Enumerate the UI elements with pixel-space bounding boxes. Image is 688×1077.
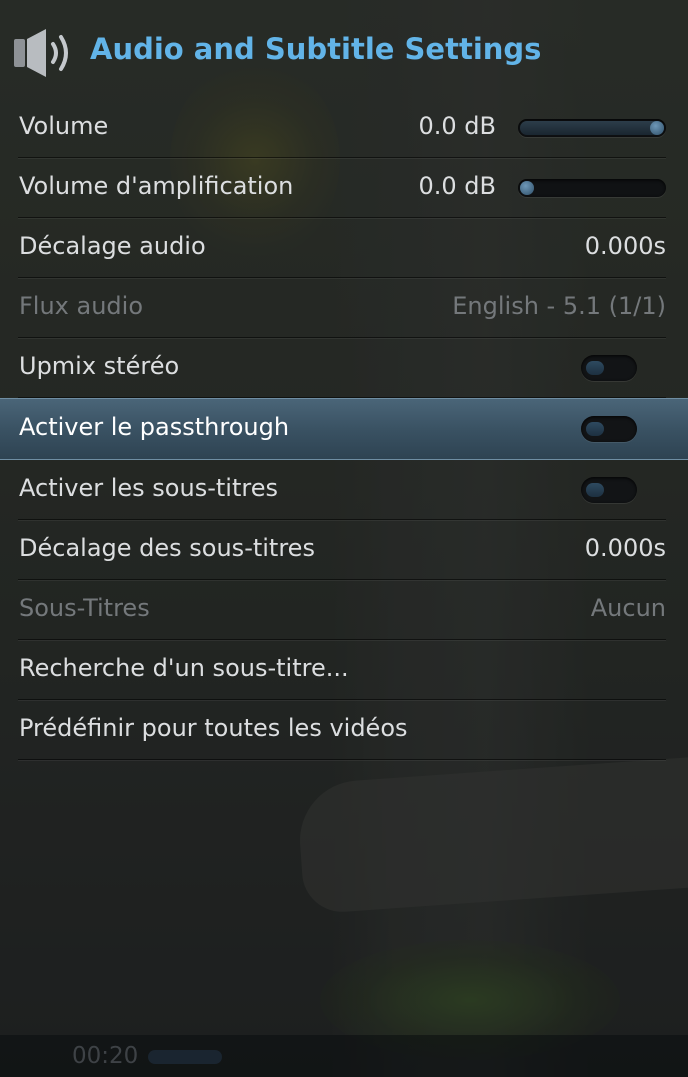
speaker-icon [14,29,68,77]
setting-label: Upmix stéréo [19,352,180,380]
dialog-title: Audio and Subtitle Settings [90,32,542,66]
settings-list: Volume 0.0 dB Volume d'amplification 0.0 dB… [0,98,688,760]
playback-time: 00:20 [72,1043,139,1069]
setting-label: Activer le passthrough [19,413,290,441]
setting-value: 0.0 dB [418,172,497,200]
volume-slider[interactable] [518,179,666,197]
toggle-switch[interactable] [581,355,637,381]
setting-row-activer-le-passthrough[interactable]: Activer le passthrough [0,398,688,460]
setting-row-sous-titres: Sous-Titres Aucun [0,580,688,640]
setting-label: Prédéfinir pour toutes les vidéos [19,714,408,742]
setting-row-recherche-d-un-sous-titre[interactable]: Recherche d'un sous-titre... [0,640,688,700]
row-divider [18,759,666,760]
setting-row-decalage-audio[interactable]: Décalage audio 0.000s [0,218,688,278]
setting-row-volume-d-amplification[interactable]: Volume d'amplification 0.0 dB [0,158,688,218]
setting-label: Décalage des sous-titres [19,534,315,562]
setting-value: Aucun [590,594,666,622]
setting-row-activer-les-sous-titres[interactable]: Activer les sous-titres [0,460,688,520]
toggle-knob [586,361,604,375]
volume-slider[interactable] [518,119,666,137]
slider-handle[interactable] [650,121,664,135]
setting-row-volume[interactable]: Volume 0.0 dB [0,98,688,158]
setting-row-decalage-des-sous-titres[interactable]: Décalage des sous-titres 0.000s [0,520,688,580]
playback-osd: 00:20 [0,1035,688,1077]
toggle-switch[interactable] [581,416,637,442]
setting-value: 0.000s [584,534,666,562]
playback-progress-bar[interactable] [148,1050,222,1064]
setting-row-upmix-stereo[interactable]: Upmix stéréo [0,338,688,398]
toggle-switch[interactable] [581,477,637,503]
setting-label: Volume d'amplification [19,172,294,200]
setting-value: 0.0 dB [418,112,497,140]
setting-label: Flux audio [19,292,144,320]
setting-value: 0.000s [584,232,666,260]
slider-handle[interactable] [520,181,534,195]
setting-label: Volume [19,112,109,140]
toggle-knob [586,483,604,497]
slider-fill [520,121,664,135]
setting-label: Sous-Titres [19,594,150,622]
setting-row-flux-audio: Flux audio English - 5.1 (1/1) [0,278,688,338]
setting-label: Décalage audio [19,232,206,260]
setting-row-predefinir-pour-toutes-les-videos[interactable]: Prédéfinir pour toutes les vidéos [0,700,688,760]
setting-label: Activer les sous-titres [19,474,278,502]
toggle-knob [586,422,604,436]
setting-value: English - 5.1 (1/1) [452,292,666,320]
setting-label: Recherche d'un sous-titre... [19,654,349,682]
dialog-header: Audio and Subtitle Settings [0,0,688,104]
